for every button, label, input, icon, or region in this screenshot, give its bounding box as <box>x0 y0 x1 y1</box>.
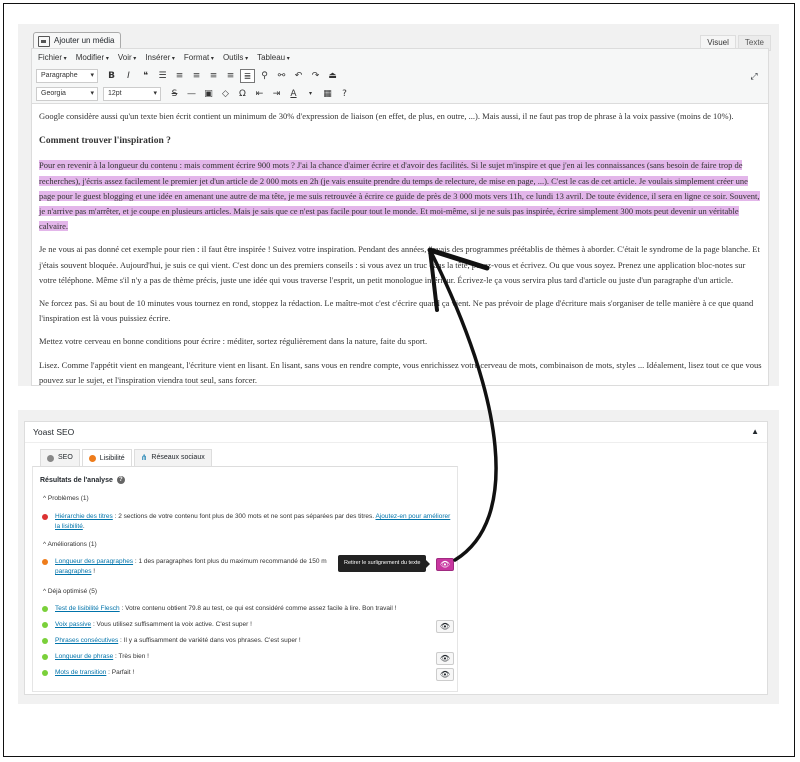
annotation-arrow <box>427 247 498 562</box>
